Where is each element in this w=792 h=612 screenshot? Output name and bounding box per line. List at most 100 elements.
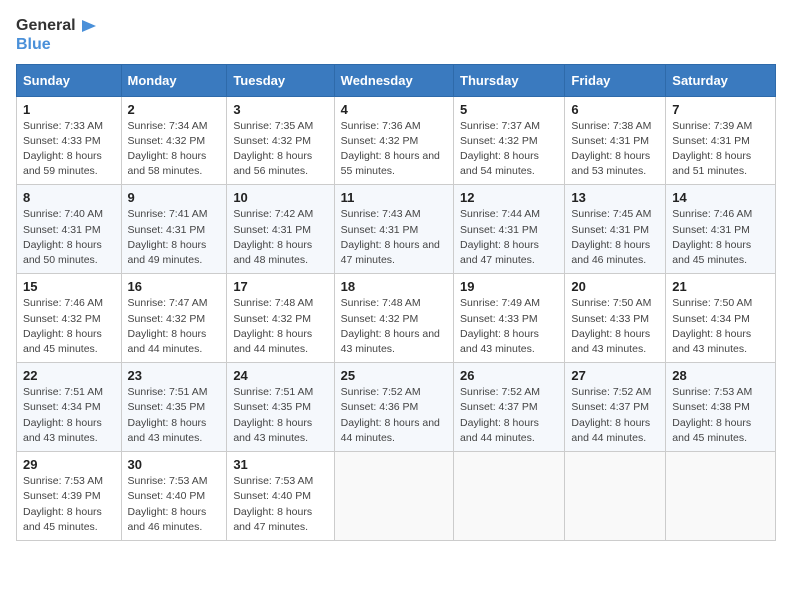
- day-number: 30: [128, 457, 221, 472]
- day-detail: Sunrise: 7:53 AMSunset: 4:38 PMDaylight:…: [672, 386, 752, 444]
- day-number: 7: [672, 102, 769, 117]
- day-cell: 30 Sunrise: 7:53 AMSunset: 4:40 PMDaylig…: [121, 452, 227, 541]
- day-detail: Sunrise: 7:52 AMSunset: 4:37 PMDaylight:…: [460, 386, 540, 444]
- header-day-sunday: Sunday: [17, 64, 122, 96]
- day-number: 21: [672, 279, 769, 294]
- day-detail: Sunrise: 7:40 AMSunset: 4:31 PMDaylight:…: [23, 208, 103, 266]
- logo-general: General: [16, 17, 76, 35]
- day-detail: Sunrise: 7:51 AMSunset: 4:35 PMDaylight:…: [128, 386, 208, 444]
- day-number: 8: [23, 190, 115, 205]
- day-cell: 21 Sunrise: 7:50 AMSunset: 4:34 PMDaylig…: [666, 274, 776, 363]
- day-cell: 13 Sunrise: 7:45 AMSunset: 4:31 PMDaylig…: [565, 185, 666, 274]
- day-number: 3: [233, 102, 327, 117]
- day-number: 20: [571, 279, 659, 294]
- day-cell: 10 Sunrise: 7:42 AMSunset: 4:31 PMDaylig…: [227, 185, 334, 274]
- day-number: 1: [23, 102, 115, 117]
- header-day-tuesday: Tuesday: [227, 64, 334, 96]
- calendar-table: SundayMondayTuesdayWednesdayThursdayFrid…: [16, 64, 776, 541]
- day-detail: Sunrise: 7:36 AMSunset: 4:32 PMDaylight:…: [341, 120, 440, 178]
- day-number: 26: [460, 368, 558, 383]
- day-cell: 20 Sunrise: 7:50 AMSunset: 4:33 PMDaylig…: [565, 274, 666, 363]
- day-cell: 2 Sunrise: 7:34 AMSunset: 4:32 PMDayligh…: [121, 96, 227, 185]
- day-detail: Sunrise: 7:53 AMSunset: 4:40 PMDaylight:…: [128, 475, 208, 533]
- day-cell: 24 Sunrise: 7:51 AMSunset: 4:35 PMDaylig…: [227, 363, 334, 452]
- week-row-1: 1 Sunrise: 7:33 AMSunset: 4:33 PMDayligh…: [17, 96, 776, 185]
- day-detail: Sunrise: 7:37 AMSunset: 4:32 PMDaylight:…: [460, 120, 540, 178]
- day-number: 12: [460, 190, 558, 205]
- logo-blue: Blue: [16, 36, 51, 53]
- day-detail: Sunrise: 7:51 AMSunset: 4:34 PMDaylight:…: [23, 386, 103, 444]
- logo-text: General Blue: [16, 16, 98, 54]
- day-cell: 7 Sunrise: 7:39 AMSunset: 4:31 PMDayligh…: [666, 96, 776, 185]
- day-cell: 3 Sunrise: 7:35 AMSunset: 4:32 PMDayligh…: [227, 96, 334, 185]
- day-number: 19: [460, 279, 558, 294]
- day-detail: Sunrise: 7:43 AMSunset: 4:31 PMDaylight:…: [341, 208, 440, 266]
- day-cell: 19 Sunrise: 7:49 AMSunset: 4:33 PMDaylig…: [454, 274, 565, 363]
- day-cell: 31 Sunrise: 7:53 AMSunset: 4:40 PMDaylig…: [227, 452, 334, 541]
- day-number: 29: [23, 457, 115, 472]
- day-cell: 4 Sunrise: 7:36 AMSunset: 4:32 PMDayligh…: [334, 96, 453, 185]
- day-cell: 8 Sunrise: 7:40 AMSunset: 4:31 PMDayligh…: [17, 185, 122, 274]
- day-number: 24: [233, 368, 327, 383]
- day-cell: [666, 452, 776, 541]
- day-detail: Sunrise: 7:47 AMSunset: 4:32 PMDaylight:…: [128, 297, 208, 355]
- day-number: 25: [341, 368, 447, 383]
- day-cell: 14 Sunrise: 7:46 AMSunset: 4:31 PMDaylig…: [666, 185, 776, 274]
- day-cell: 22 Sunrise: 7:51 AMSunset: 4:34 PMDaylig…: [17, 363, 122, 452]
- day-detail: Sunrise: 7:48 AMSunset: 4:32 PMDaylight:…: [341, 297, 440, 355]
- logo: General Blue: [16, 16, 98, 54]
- week-row-4: 22 Sunrise: 7:51 AMSunset: 4:34 PMDaylig…: [17, 363, 776, 452]
- day-number: 5: [460, 102, 558, 117]
- day-cell: 18 Sunrise: 7:48 AMSunset: 4:32 PMDaylig…: [334, 274, 453, 363]
- day-cell: [454, 452, 565, 541]
- day-number: 18: [341, 279, 447, 294]
- day-detail: Sunrise: 7:48 AMSunset: 4:32 PMDaylight:…: [233, 297, 313, 355]
- day-detail: Sunrise: 7:44 AMSunset: 4:31 PMDaylight:…: [460, 208, 540, 266]
- day-detail: Sunrise: 7:38 AMSunset: 4:31 PMDaylight:…: [571, 120, 651, 178]
- day-cell: 11 Sunrise: 7:43 AMSunset: 4:31 PMDaylig…: [334, 185, 453, 274]
- day-cell: 12 Sunrise: 7:44 AMSunset: 4:31 PMDaylig…: [454, 185, 565, 274]
- header-day-monday: Monday: [121, 64, 227, 96]
- day-number: 15: [23, 279, 115, 294]
- day-number: 10: [233, 190, 327, 205]
- day-cell: 25 Sunrise: 7:52 AMSunset: 4:36 PMDaylig…: [334, 363, 453, 452]
- day-cell: [565, 452, 666, 541]
- day-cell: 27 Sunrise: 7:52 AMSunset: 4:37 PMDaylig…: [565, 363, 666, 452]
- day-cell: 29 Sunrise: 7:53 AMSunset: 4:39 PMDaylig…: [17, 452, 122, 541]
- day-number: 13: [571, 190, 659, 205]
- day-cell: 15 Sunrise: 7:46 AMSunset: 4:32 PMDaylig…: [17, 274, 122, 363]
- day-detail: Sunrise: 7:52 AMSunset: 4:36 PMDaylight:…: [341, 386, 440, 444]
- day-detail: Sunrise: 7:49 AMSunset: 4:33 PMDaylight:…: [460, 297, 540, 355]
- day-number: 6: [571, 102, 659, 117]
- day-cell: 26 Sunrise: 7:52 AMSunset: 4:37 PMDaylig…: [454, 363, 565, 452]
- day-detail: Sunrise: 7:34 AMSunset: 4:32 PMDaylight:…: [128, 120, 208, 178]
- day-number: 11: [341, 190, 447, 205]
- day-detail: Sunrise: 7:42 AMSunset: 4:31 PMDaylight:…: [233, 208, 313, 266]
- day-detail: Sunrise: 7:53 AMSunset: 4:39 PMDaylight:…: [23, 475, 103, 533]
- day-detail: Sunrise: 7:50 AMSunset: 4:34 PMDaylight:…: [672, 297, 752, 355]
- day-detail: Sunrise: 7:35 AMSunset: 4:32 PMDaylight:…: [233, 120, 313, 178]
- day-cell: 28 Sunrise: 7:53 AMSunset: 4:38 PMDaylig…: [666, 363, 776, 452]
- day-number: 16: [128, 279, 221, 294]
- day-number: 31: [233, 457, 327, 472]
- day-number: 27: [571, 368, 659, 383]
- calendar-header-row: SundayMondayTuesdayWednesdayThursdayFrid…: [17, 64, 776, 96]
- day-cell: 9 Sunrise: 7:41 AMSunset: 4:31 PMDayligh…: [121, 185, 227, 274]
- logo-triangle-icon: [78, 16, 98, 36]
- header: General Blue: [16, 16, 776, 54]
- day-detail: Sunrise: 7:53 AMSunset: 4:40 PMDaylight:…: [233, 475, 313, 533]
- day-cell: 16 Sunrise: 7:47 AMSunset: 4:32 PMDaylig…: [121, 274, 227, 363]
- header-day-wednesday: Wednesday: [334, 64, 453, 96]
- day-number: 14: [672, 190, 769, 205]
- day-cell: 17 Sunrise: 7:48 AMSunset: 4:32 PMDaylig…: [227, 274, 334, 363]
- day-number: 22: [23, 368, 115, 383]
- day-number: 28: [672, 368, 769, 383]
- day-detail: Sunrise: 7:50 AMSunset: 4:33 PMDaylight:…: [571, 297, 651, 355]
- day-cell: 5 Sunrise: 7:37 AMSunset: 4:32 PMDayligh…: [454, 96, 565, 185]
- week-row-2: 8 Sunrise: 7:40 AMSunset: 4:31 PMDayligh…: [17, 185, 776, 274]
- day-cell: 23 Sunrise: 7:51 AMSunset: 4:35 PMDaylig…: [121, 363, 227, 452]
- header-day-friday: Friday: [565, 64, 666, 96]
- day-detail: Sunrise: 7:41 AMSunset: 4:31 PMDaylight:…: [128, 208, 208, 266]
- day-detail: Sunrise: 7:51 AMSunset: 4:35 PMDaylight:…: [233, 386, 313, 444]
- day-number: 17: [233, 279, 327, 294]
